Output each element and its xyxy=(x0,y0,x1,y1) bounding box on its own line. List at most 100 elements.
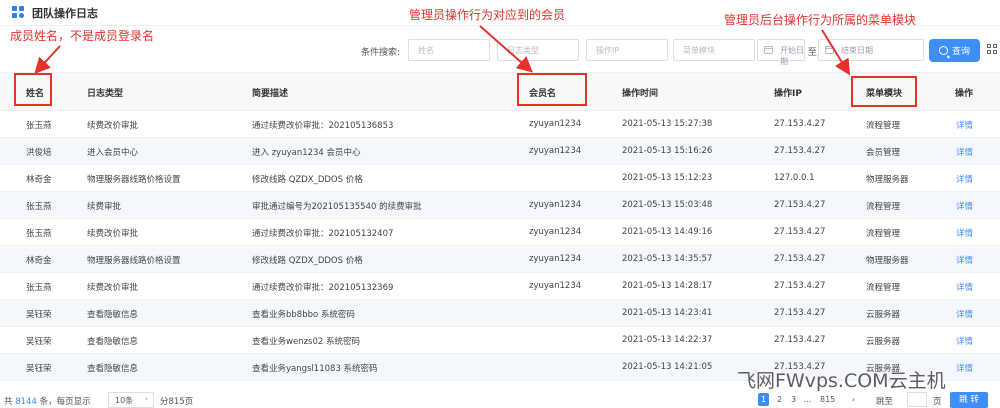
jump-button[interactable]: 跳 转 xyxy=(950,392,988,408)
detail-link[interactable]: 详情 xyxy=(956,362,973,374)
cell-ip: 27.153.4.27 xyxy=(774,335,826,345)
cell-time: 2021-05-13 14:23:41 xyxy=(622,308,713,318)
cell-menu: 流程管理 xyxy=(866,229,901,239)
detail-link[interactable]: 详情 xyxy=(956,308,973,320)
table-body: 张玉燕 续费改价审批 通过续费改价审批：202105136853 zyuyan1234… xyxy=(0,111,1000,381)
menu-filter-input[interactable] xyxy=(673,39,755,61)
page-title: 团队操作日志 xyxy=(32,7,98,20)
page-count-text: 分815页 xyxy=(160,397,194,407)
cell-menu: 物理服务器 xyxy=(866,175,909,185)
cell-ip: 27.153.4.27 xyxy=(774,119,826,129)
cell-time: 2021-05-13 14:49:16 xyxy=(622,227,713,237)
date-range-separator: 至 xyxy=(808,48,818,58)
column-header-time[interactable]: 操作时间 xyxy=(622,86,658,99)
watermark: 飞网FWvps.COM云主机 xyxy=(737,370,946,392)
table-row: 吴钰荣 查看隐敏信息 查看业务wenzs02 系统密码 2021-05-13 14:2… xyxy=(0,327,1000,354)
cell-log-type: 续费改价审批 xyxy=(87,121,139,131)
ip-filter-input[interactable] xyxy=(586,39,668,61)
column-header-ip[interactable]: 操作IP xyxy=(774,86,802,99)
cell-menu: 会员管理 xyxy=(866,148,901,158)
cell-log-type: 查看隐敏信息 xyxy=(87,337,139,347)
table-row: 洪俊培 进入会员中心 进入 zyuyan1234 会员中心 zyuyan1234 202… xyxy=(0,138,1000,165)
cell-log-type: 进入会员中心 xyxy=(87,148,139,158)
cell-log-type: 物理服务器线路价格设置 xyxy=(87,175,181,185)
cell-time: 2021-05-13 15:12:23 xyxy=(622,173,713,183)
detail-link[interactable]: 详情 xyxy=(956,281,973,293)
search-button-label: 查询 xyxy=(951,47,970,57)
arrow-to-name-column xyxy=(34,45,61,74)
cell-summary: 通过续费改价审批：202105136853 xyxy=(252,121,394,131)
cell-summary: 查看业务wenzs02 系统密码 xyxy=(252,337,360,347)
cell-name: 洪俊培 xyxy=(26,148,52,158)
cell-summary: 进入 zyuyan1234 会员中心 xyxy=(252,148,361,158)
start-date-picker[interactable]: 开始日期 xyxy=(757,39,805,66)
cell-name: 吴钰荣 xyxy=(26,337,52,347)
annotation-box-menu xyxy=(851,76,917,107)
pagination-bar: 共 8144 条，每页显示 10条 › 分815页 1 2 3 ... 815 ›… xyxy=(0,392,1000,408)
cell-account: zyuyan1234 xyxy=(529,146,582,156)
page-last[interactable]: 815 xyxy=(820,393,835,406)
search-icon xyxy=(938,46,948,55)
cell-menu: 物理服务器 xyxy=(866,256,909,266)
cell-time: 2021-05-13 15:16:26 xyxy=(622,146,713,156)
total-count: 8144 xyxy=(15,397,37,407)
cell-summary: 修改线路 QZDX_DDOS 价格 xyxy=(252,175,363,185)
cell-summary: 查看业务bb8bbo 系统密码 xyxy=(252,310,355,320)
cell-log-type: 续费审批 xyxy=(87,202,122,212)
column-header-summary[interactable]: 简要描述 xyxy=(252,86,288,99)
next-page-icon[interactable]: › xyxy=(848,393,859,406)
jump-label: 跳至 xyxy=(876,397,894,407)
page-3[interactable]: 3 xyxy=(788,393,799,406)
cell-time: 2021-05-13 14:21:05 xyxy=(622,362,713,372)
cell-summary: 修改线路 QZDX_DDOS 价格 xyxy=(252,256,363,266)
detail-link[interactable]: 详情 xyxy=(956,227,973,239)
table-row: 张玉燕 续费审批 审批通过编号为202105135540 的续费审批 zyuyan12… xyxy=(0,192,1000,219)
detail-link[interactable]: 详情 xyxy=(956,119,973,131)
columns-toggle-icon[interactable] xyxy=(987,44,997,54)
cell-menu: 流程管理 xyxy=(866,121,901,131)
cell-name: 张玉燕 xyxy=(26,121,52,131)
end-date-picker[interactable]: 结束日期 xyxy=(818,39,924,61)
page-ellipsis: ... xyxy=(803,395,812,404)
calendar-icon xyxy=(825,46,834,54)
cell-name: 张玉燕 xyxy=(26,283,52,293)
cell-account: zyuyan1234 xyxy=(529,281,582,291)
column-header-log-type[interactable]: 日志类型 xyxy=(87,86,123,99)
cell-account: zyuyan1234 xyxy=(529,200,582,210)
cell-time: 2021-05-13 14:35:57 xyxy=(622,254,713,264)
cell-account: zyuyan1234 xyxy=(529,227,582,237)
detail-link[interactable]: 详情 xyxy=(956,335,973,347)
jump-page-input[interactable] xyxy=(907,392,927,407)
page-size-select[interactable]: 10条 › xyxy=(108,392,154,408)
detail-link[interactable]: 详情 xyxy=(956,173,973,185)
cell-ip: 27.153.4.27 xyxy=(774,146,826,156)
start-date-placeholder: 开始日期 xyxy=(780,46,804,66)
chevron-right-icon: › xyxy=(144,394,148,403)
page-unit-label: 页 xyxy=(933,397,942,407)
table-row: 张玉燕 续费改价审批 通过续费改价审批：202105132369 zyuyan1234… xyxy=(0,273,1000,300)
cell-time: 2021-05-13 14:28:17 xyxy=(622,281,713,291)
log-table: 姓名 日志类型 简要描述 会员名 操作时间 操作IP 菜单模块 操作 张玉燕 续费… xyxy=(0,72,1000,381)
table-row: 张玉燕 续费改价审批 通过续费改价审批：202105136853 zyuyan1234… xyxy=(0,111,1000,138)
page-1[interactable]: 1 xyxy=(758,393,769,406)
search-button[interactable]: 查询 xyxy=(929,39,980,62)
table-header: 姓名 日志类型 简要描述 会员名 操作时间 操作IP 菜单模块 操作 xyxy=(0,72,1000,111)
name-filter-input[interactable] xyxy=(408,39,490,61)
table-row: 林奇金 物理服务器线路价格设置 修改线路 QZDX_DDOS 价格 zyuyan123… xyxy=(0,246,1000,273)
cell-name: 吴钰荣 xyxy=(26,310,52,320)
cell-time: 2021-05-13 15:27:38 xyxy=(622,119,713,129)
cell-summary: 通过续费改价审批：202105132407 xyxy=(252,229,394,239)
page-2[interactable]: 2 xyxy=(774,393,785,406)
cell-ip: 27.153.4.27 xyxy=(774,200,826,210)
detail-link[interactable]: 详情 xyxy=(956,146,973,158)
calendar-icon xyxy=(764,46,773,54)
table-row: 林奇金 物理服务器线路价格设置 修改线路 QZDX_DDOS 价格 2021-05-1… xyxy=(0,165,1000,192)
log-type-filter-input[interactable] xyxy=(497,39,579,61)
detail-link[interactable]: 详情 xyxy=(956,254,973,266)
cell-menu: 云服务器 xyxy=(866,337,901,347)
cell-name: 张玉燕 xyxy=(26,229,52,239)
detail-link[interactable]: 详情 xyxy=(956,200,973,212)
cell-ip: 27.153.4.27 xyxy=(774,254,826,264)
cell-log-type: 续费改价审批 xyxy=(87,283,139,293)
end-date-placeholder: 结束日期 xyxy=(841,46,873,55)
